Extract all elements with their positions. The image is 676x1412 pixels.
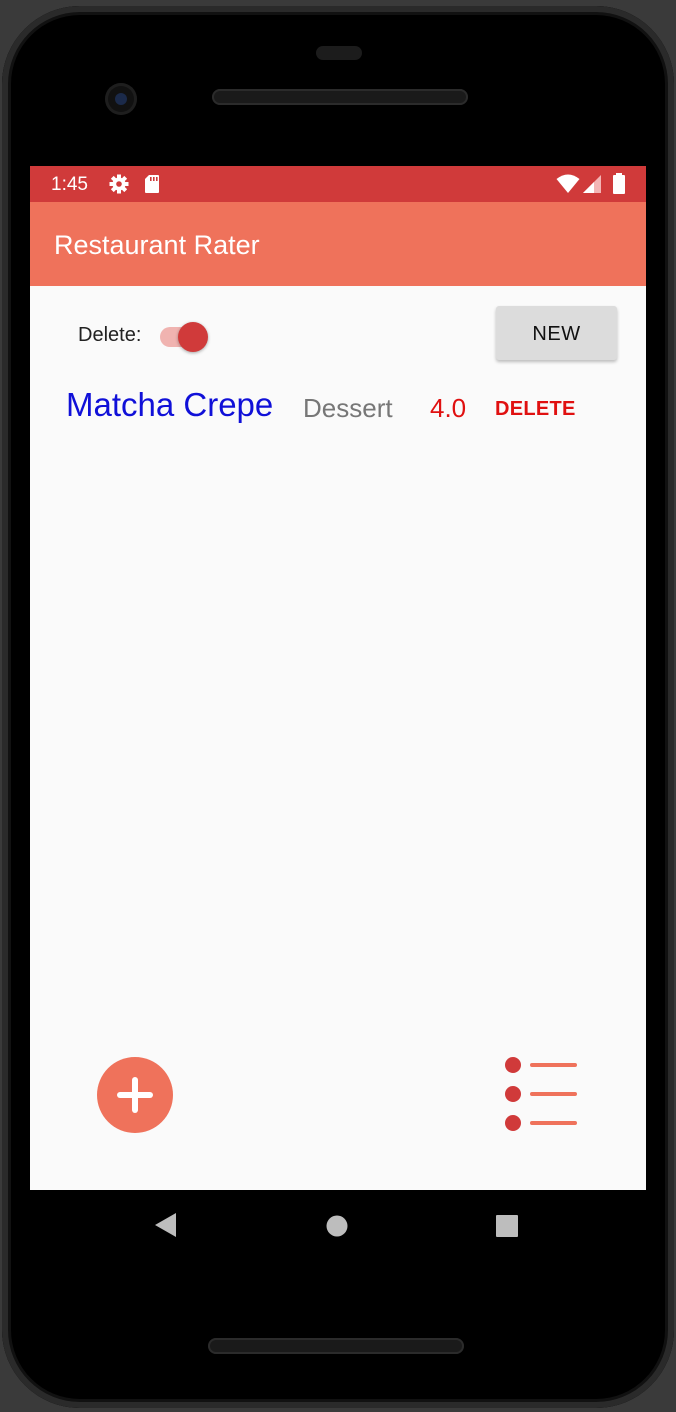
- battery-icon: [612, 173, 626, 200]
- switch-thumb: [178, 322, 208, 352]
- list-item[interactable]: Matcha Crepe Dessert 4.0 DELETE: [30, 376, 646, 436]
- delete-switch[interactable]: [160, 318, 208, 352]
- navigation-bar: [30, 1190, 646, 1262]
- front-camera: [105, 83, 137, 115]
- delete-item-button[interactable]: DELETE: [495, 398, 576, 421]
- home-icon[interactable]: [326, 1215, 348, 1242]
- new-button[interactable]: NEW: [496, 306, 617, 360]
- earpiece: [316, 46, 362, 60]
- list-icon: [505, 1057, 577, 1131]
- gear-icon: [109, 174, 129, 199]
- status-bar: 1:45: [30, 166, 646, 202]
- wifi-icon: [556, 174, 580, 199]
- list-view-button[interactable]: [500, 1056, 580, 1136]
- delete-toggle-label: Delete:: [78, 324, 142, 346]
- app-title: Restaurant Rater: [54, 230, 260, 260]
- dish-name: Matcha Crepe: [66, 386, 274, 423]
- signal-icon: [582, 174, 602, 199]
- back-icon[interactable]: [154, 1212, 178, 1243]
- sd-card-icon: [144, 174, 160, 199]
- dish-type: Dessert: [303, 393, 393, 423]
- top-speaker: [212, 89, 468, 105]
- app-screen: 1:45 Restaurant Rater Delete: NEW Matcha…: [30, 166, 646, 1190]
- add-button[interactable]: [97, 1057, 173, 1133]
- status-time: 1:45: [51, 174, 88, 195]
- plus-icon: [117, 1077, 153, 1113]
- bottom-speaker: [208, 1338, 464, 1354]
- recents-icon[interactable]: [496, 1215, 518, 1242]
- app-bar: Restaurant Rater: [30, 202, 646, 286]
- dish-rating: 4.0: [430, 393, 467, 423]
